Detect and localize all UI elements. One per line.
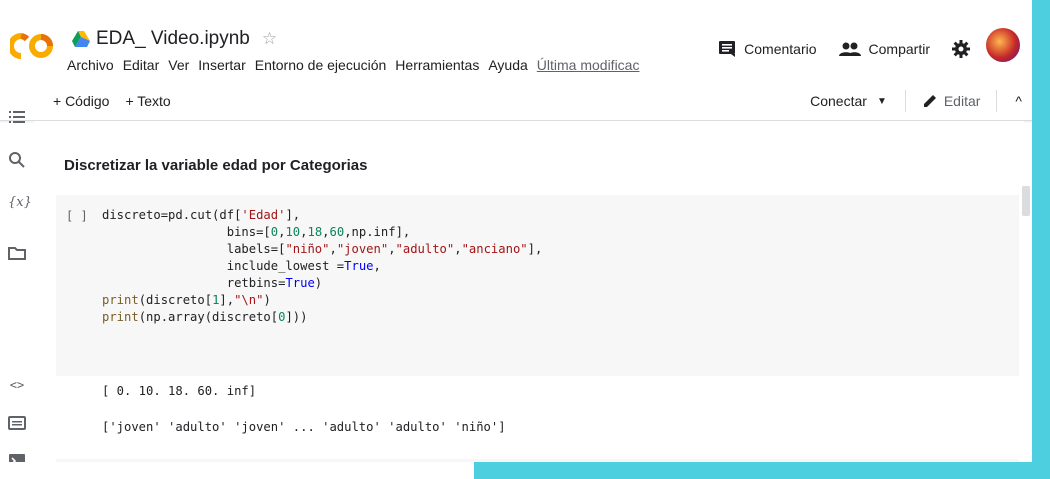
edit-label: Editar [943, 93, 981, 109]
code-line: retbins=True) [102, 276, 323, 290]
notebook-content: Discretizar la variable edad por Categor… [34, 121, 1024, 462]
code-line: print(np.array(discreto[0])) [102, 310, 308, 324]
next-cell-edge [56, 459, 1019, 462]
output-line: [ 0. 10. 18. 60. inf] [102, 384, 257, 398]
scrollbar-thumb[interactable] [1022, 186, 1030, 216]
code-line: labels=["niño","joven","adulto","anciano… [102, 242, 543, 256]
add-code-button[interactable]: + Código [53, 93, 109, 109]
edit-button[interactable]: Editar [914, 93, 989, 109]
code-line: bins=[0,10,18,60,np.inf], [102, 225, 411, 239]
gear-icon[interactable] [952, 40, 970, 58]
output-line: ['joven' 'adulto' 'joven' ... 'adulto' '… [102, 420, 506, 434]
code-line: print(discreto[1],"\n") [102, 293, 271, 307]
menu-item-entorno[interactable]: Entorno de ejecución [255, 57, 387, 73]
add-text-button[interactable]: + Texto [125, 93, 170, 109]
connect-label: Conectar [810, 93, 867, 109]
command-palette-icon[interactable] [8, 414, 26, 432]
comment-icon [719, 41, 736, 57]
people-icon [838, 42, 861, 56]
left-sidebar: {x} <> [0, 84, 34, 462]
menu-item-herramientas[interactable]: Herramientas [395, 57, 479, 73]
folder-icon[interactable] [8, 244, 26, 262]
code-line: discreto=pd.cut(df['Edad'], [102, 208, 301, 222]
chevron-up-icon[interactable]: ^ [1005, 93, 1032, 109]
comment-label: Comentario [744, 41, 817, 57]
share-button[interactable]: Compartir [838, 41, 930, 57]
menu-item-ver[interactable]: Ver [168, 57, 189, 73]
share-label: Compartir [868, 41, 930, 57]
menu-item-archivo[interactable]: Archivo [67, 57, 114, 73]
last-modified-link[interactable]: Última modificac [537, 57, 640, 73]
variables-icon[interactable]: {x} [8, 195, 32, 213]
code-editor[interactable]: discreto=pd.cut(df['Edad'], bins=[0,10,1… [102, 207, 542, 326]
search-icon[interactable] [8, 151, 26, 169]
code-snippets-icon[interactable]: <> [8, 378, 26, 396]
connect-button[interactable]: Conectar ▼ [800, 93, 897, 109]
comment-button[interactable]: Comentario [718, 40, 817, 58]
colab-logo[interactable] [10, 32, 54, 60]
avatar[interactable] [986, 28, 1020, 62]
colab-window: EDA_ Video.ipynb ☆ Archivo Editar Ver In… [0, 0, 1032, 462]
run-cell-button[interactable]: [ ] [66, 209, 88, 223]
menu-item-ayuda[interactable]: Ayuda [488, 57, 527, 73]
menu-item-editar[interactable]: Editar [123, 57, 160, 73]
pencil-icon [923, 95, 936, 107]
menu-bar: Archivo Editar Ver Insertar Entorno de e… [67, 57, 677, 73]
notebook-title[interactable]: EDA_ Video.ipynb [96, 28, 250, 50]
chevron-down-icon: ▼ [876, 95, 887, 107]
toolbar-divider [904, 90, 906, 112]
toc-icon[interactable] [8, 108, 26, 126]
header: EDA_ Video.ipynb ☆ Archivo Editar Ver In… [0, 0, 1032, 84]
star-icon[interactable]: ☆ [262, 29, 277, 49]
terminal-icon[interactable] [8, 452, 26, 462]
section-heading: Discretizar la variable edad por Categor… [64, 157, 368, 174]
google-drive-icon [72, 31, 90, 47]
toolbar: + Código + Texto Conectar ▼ Editar ^ [0, 84, 1032, 121]
cell-output: [ 0. 10. 18. 60. inf] ['joven' 'adulto' … [56, 376, 1019, 462]
menu-item-insertar[interactable]: Insertar [198, 57, 245, 73]
code-cell[interactable]: [ ] discreto=pd.cut(df['Edad'], bins=[0,… [56, 195, 1019, 376]
toolbar-divider [996, 90, 998, 112]
code-line: include_lowest =True, [102, 259, 381, 273]
